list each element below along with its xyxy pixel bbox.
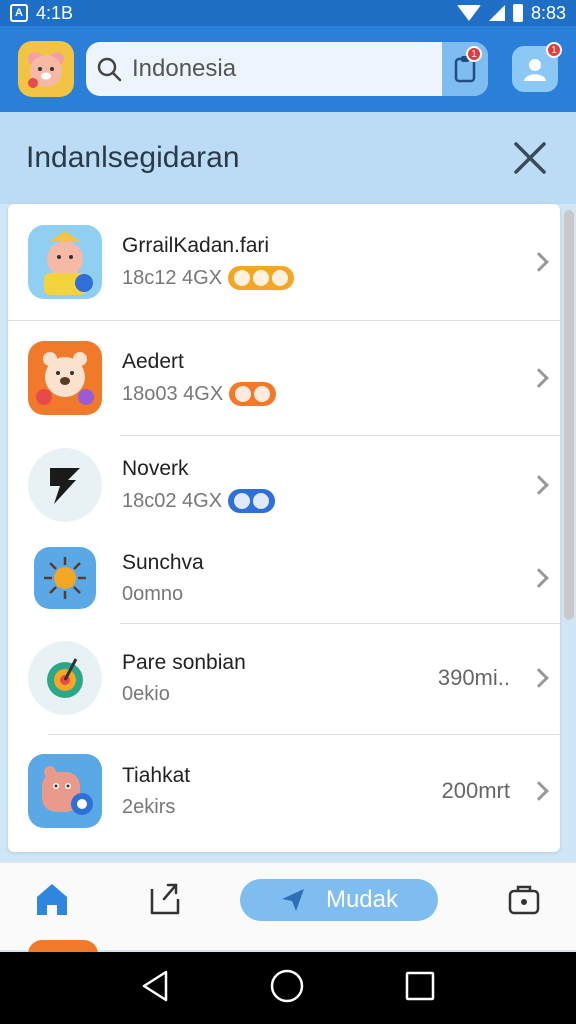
home-nav-button[interactable] bbox=[269, 968, 305, 1009]
list-item-3[interactable]: Sunchva 0omno bbox=[8, 534, 560, 622]
scrollbar[interactable] bbox=[564, 210, 574, 620]
chevron-right-icon bbox=[529, 252, 549, 272]
recents-button[interactable] bbox=[404, 970, 436, 1007]
list-item-title: Pare sonbian bbox=[122, 650, 246, 674]
chevron-right-icon bbox=[529, 475, 549, 495]
profile-button[interactable]: 1 bbox=[512, 42, 562, 92]
target-app-icon bbox=[28, 641, 102, 715]
arrow-logo-app-icon bbox=[28, 448, 102, 522]
status-time: 8:83 bbox=[530, 2, 566, 23]
emoji-badge bbox=[228, 266, 295, 290]
app-logo-bear-icon[interactable] bbox=[18, 41, 74, 97]
back-button[interactable] bbox=[140, 969, 170, 1008]
close-button[interactable] bbox=[510, 138, 550, 178]
user-icon bbox=[524, 59, 546, 81]
bag-button[interactable] bbox=[500, 875, 548, 923]
mudak-label: Mudak bbox=[325, 886, 399, 913]
search-icon[interactable] bbox=[86, 42, 132, 96]
list-item-subtitle: 18o03 4GX bbox=[122, 382, 224, 405]
list-item-subtitle: 0omno bbox=[122, 582, 184, 605]
mudak-button[interactable]: Mudak bbox=[240, 879, 438, 921]
chevron-right-icon bbox=[529, 668, 549, 688]
list-item-5[interactable]: Tiahkat 2ekirs 200mrt bbox=[8, 735, 560, 847]
list-item-4[interactable]: Pare sonbian 0ekio 390mi.. bbox=[8, 624, 560, 732]
close-icon bbox=[514, 142, 546, 174]
status-left-text: 4:1B bbox=[36, 2, 74, 23]
share-button[interactable] bbox=[140, 875, 188, 923]
profile-badge: 1 bbox=[546, 42, 562, 58]
list-item-distance: 200mrt bbox=[441, 778, 510, 803]
home-circle-icon bbox=[270, 969, 304, 1002]
wifi-icon bbox=[456, 5, 481, 21]
list-item-2[interactable]: Noverk 18c02 4GX bbox=[8, 436, 560, 534]
bag-icon bbox=[508, 885, 540, 915]
list-item-title: Aedert bbox=[122, 350, 184, 373]
search-bar: 1 bbox=[86, 42, 488, 96]
pig-character-app-icon bbox=[28, 754, 102, 828]
list-item-subtitle: 18c12 4GX bbox=[122, 266, 223, 289]
back-triangle-icon bbox=[142, 970, 167, 1001]
list-item-0[interactable]: GrrailKadan.fari 18c12 4GX bbox=[8, 204, 560, 320]
app-header: 1 1 bbox=[0, 26, 576, 112]
bear-hat-app-icon bbox=[28, 225, 102, 299]
chevron-right-icon bbox=[529, 568, 549, 588]
list-item-subtitle: 18c02 4GX bbox=[122, 489, 223, 512]
list-item-subtitle: 0ekio bbox=[122, 682, 170, 705]
list-item-title: Noverk bbox=[122, 457, 189, 480]
bear-face-app-icon bbox=[28, 341, 102, 415]
chevron-right-icon bbox=[529, 781, 549, 801]
sheet-header: Indanlsegidaran bbox=[0, 112, 576, 204]
send-icon bbox=[281, 889, 304, 911]
clipboard-button[interactable]: 1 bbox=[442, 42, 488, 96]
list-item-title: GrrailKadan.fari bbox=[122, 234, 270, 257]
bottom-nav: Mudak bbox=[0, 862, 576, 950]
list-item-title: Sunchva bbox=[122, 550, 204, 574]
notification-app-icon: A bbox=[10, 4, 28, 22]
list-item-distance: 390mi.. bbox=[437, 665, 510, 690]
signal-icon bbox=[488, 5, 505, 21]
emoji-badge bbox=[229, 382, 277, 406]
sun-character-app-icon bbox=[34, 547, 96, 609]
clipboard-badge: 1 bbox=[466, 46, 482, 62]
share-icon bbox=[150, 883, 180, 915]
android-navigation-bar bbox=[0, 952, 576, 1024]
home-button[interactable] bbox=[28, 875, 76, 923]
search-input[interactable] bbox=[132, 42, 442, 96]
sheet-title: Indanlsegidaran bbox=[26, 141, 240, 174]
app-list: GrrailKadan.fari 18c12 4GX Aedert 18o03 … bbox=[8, 204, 560, 852]
home-icon bbox=[37, 884, 67, 915]
list-item-1[interactable]: Aedert 18o03 4GX bbox=[8, 321, 560, 435]
list-item-title: Tiahkat bbox=[122, 763, 191, 787]
battery-icon bbox=[512, 4, 523, 22]
chevron-right-icon bbox=[529, 368, 549, 388]
recents-square-icon bbox=[406, 971, 435, 1000]
status-bar: A 4:1B 8:83 bbox=[0, 0, 576, 26]
emoji-badge bbox=[228, 489, 276, 513]
list-item-subtitle: 2ekirs bbox=[122, 795, 176, 818]
